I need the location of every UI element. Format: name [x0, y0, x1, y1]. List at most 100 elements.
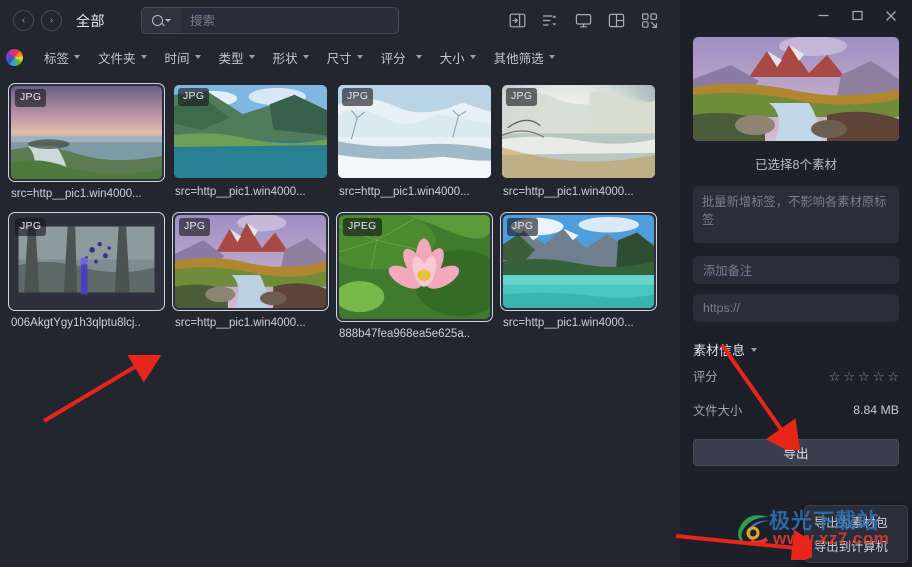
asset-card[interactable]: JPG 006AkgtYgy1h3qlptu8lcj.. — [8, 212, 172, 340]
asset-caption: src=http__pic1.win4000... — [339, 186, 470, 198]
filter-folder[interactable]: 文件夹 — [89, 48, 156, 67]
sort-icon[interactable] — [541, 12, 559, 30]
expand-grid-icon[interactable] — [640, 12, 658, 30]
asset-thumbnail[interactable]: JPG — [500, 212, 657, 311]
file-type-badge: JPG — [506, 88, 538, 106]
section-title: 素材信息 — [693, 343, 746, 358]
forward-button[interactable]: › — [41, 10, 62, 31]
tags-input[interactable]: 批量新增标签，不影响各素材原标签 — [693, 186, 899, 243]
file-type-badge: JPG — [342, 88, 374, 106]
asset-thumbnail[interactable]: JPG — [500, 83, 657, 180]
filter-dimension[interactable]: 尺寸 — [318, 48, 372, 67]
app-window: ‹ › 全部 搜索 标签 文件夹 时间 类型 形状 尺寸 评分 大小 其他筛选 … — [0, 0, 912, 567]
chevron-down-icon — [548, 55, 555, 59]
rating-label: 评分 — [693, 370, 718, 384]
rating-stars[interactable]: ☆ ☆ ☆ ☆ ☆ — [829, 370, 899, 383]
asset-caption: 006AkgtYgy1h3qlptu8lcj.. — [11, 317, 141, 329]
filesize-label: 文件大小 — [693, 404, 743, 418]
menu-item-export-package[interactable]: 导出为素材包 — [805, 510, 907, 534]
menu-item-export-to-computer[interactable]: 导出到计算机 — [805, 534, 907, 558]
chevron-down-icon — [415, 55, 422, 59]
filter-bar: 标签 文件夹 时间 类型 形状 尺寸 评分 大小 其他筛选 — [0, 41, 680, 73]
asset-grid: JPG src=http__pic1.win4000... JPG src=ht… — [0, 73, 680, 567]
close-button[interactable] — [874, 3, 908, 29]
filter-rating[interactable]: 评分 — [372, 48, 431, 67]
detail-panel: 已选择8个素材 批量新增标签，不影响各素材原标签 添加备注 https:// 素… — [680, 0, 912, 567]
asset-caption: src=http__pic1.win4000... — [503, 186, 634, 198]
search-icon — [152, 15, 163, 26]
asset-card[interactable]: JPG src=http__pic1.win4000... — [172, 212, 336, 340]
file-type-badge: JPG — [15, 218, 47, 236]
maximize-button[interactable] — [840, 3, 874, 29]
search-bar[interactable] — [141, 7, 399, 34]
asset-card[interactable]: JPG src=http__pic1.win4000... — [172, 83, 336, 200]
asset-thumbnail[interactable]: JPG — [172, 83, 329, 180]
asset-card[interactable]: JPG src=http__pic1.win4000... — [336, 83, 500, 200]
asset-thumbnail[interactable]: JPG — [8, 212, 165, 311]
asset-card[interactable]: JPEG 888b47fea968ea5e625a.. — [336, 212, 500, 340]
asset-card[interactable]: JPG src=http__pic1.win4000... — [500, 83, 664, 200]
filter-label: 时间 — [164, 51, 190, 66]
asset-card[interactable]: JPG src=http__pic1.win4000... — [8, 83, 172, 200]
filter-label: 尺寸 — [326, 51, 352, 66]
chevron-down-icon — [248, 55, 255, 59]
color-wheel-icon[interactable] — [6, 48, 23, 66]
asset-caption: 888b47fea968ea5e625a.. — [339, 328, 471, 340]
star-icon[interactable]: ☆ — [858, 370, 870, 383]
asset-info-section-header[interactable]: 素材信息 — [693, 340, 899, 359]
chevron-down-icon — [165, 19, 171, 22]
asset-thumbnail[interactable]: JPEG — [336, 212, 493, 322]
chevron-down-icon — [140, 55, 147, 59]
asset-thumbnail[interactable]: JPG — [336, 83, 493, 180]
asset-caption: src=http__pic1.win4000... — [175, 317, 306, 329]
chevron-down-icon — [302, 55, 309, 59]
filter-more[interactable]: 其他筛选 — [485, 48, 564, 67]
star-icon[interactable]: ☆ — [873, 370, 885, 383]
filesize-value: 8.84 MB — [853, 403, 899, 417]
asset-thumbnail[interactable]: JPG — [8, 83, 165, 182]
view-toolbar — [508, 12, 674, 30]
forward-chevron-icon: › — [49, 14, 54, 26]
asset-thumbnail[interactable]: JPG — [172, 212, 329, 311]
file-type-badge: JPG — [15, 89, 47, 107]
selection-count: 已选择8个素材 — [755, 158, 837, 172]
file-type-badge: JPG — [179, 218, 211, 236]
filter-size[interactable]: 大小 — [431, 48, 485, 67]
star-icon[interactable]: ☆ — [829, 370, 841, 383]
filter-label: 文件夹 — [98, 51, 136, 66]
chevron-down-icon — [74, 55, 81, 59]
filter-shape[interactable]: 形状 — [264, 48, 318, 67]
filter-time[interactable]: 时间 — [156, 48, 210, 67]
star-icon[interactable]: ☆ — [843, 370, 855, 383]
back-chevron-icon: ‹ — [21, 14, 26, 26]
filter-tags[interactable]: 标签 — [35, 48, 89, 67]
chevron-down-icon — [194, 55, 201, 59]
main-area: ‹ › 全部 搜索 标签 文件夹 时间 类型 形状 尺寸 评分 大小 其他筛选 … — [0, 0, 680, 567]
url-input[interactable]: https:// — [693, 294, 899, 322]
export-menu: 导出为素材包 导出到计算机 — [804, 505, 908, 563]
back-button[interactable]: ‹ — [13, 10, 34, 31]
display-icon[interactable] — [574, 12, 592, 30]
breadcrumb: 全部 — [76, 12, 105, 29]
star-icon[interactable]: ☆ — [887, 370, 899, 383]
filter-type[interactable]: 类型 — [210, 48, 264, 67]
note-input[interactable]: 添加备注 — [693, 256, 899, 284]
toggle-sidebar-icon[interactable] — [508, 12, 526, 30]
layout-grid-icon[interactable] — [607, 12, 625, 30]
filter-label: 其他筛选 — [493, 51, 544, 66]
asset-card[interactable]: JPG src=http__pic1.win4000... — [500, 212, 664, 340]
window-controls — [680, 0, 912, 31]
chevron-down-icon — [751, 347, 758, 352]
artwork-patagonia-preview — [693, 37, 899, 141]
search-input[interactable] — [181, 8, 398, 33]
search-scope-button[interactable] — [142, 8, 181, 33]
filesize-row: 文件大小 8.84 MB — [693, 393, 899, 427]
filter-label: 标签 — [44, 51, 70, 66]
asset-caption: src=http__pic1.win4000... — [175, 186, 306, 198]
preview-image — [693, 37, 899, 141]
export-button[interactable]: 导出 — [693, 439, 899, 466]
minimize-button[interactable] — [806, 3, 840, 29]
filter-label: 形状 — [272, 51, 298, 66]
top-toolbar: ‹ › 全部 — [0, 0, 680, 41]
chevron-down-icon — [469, 55, 476, 59]
